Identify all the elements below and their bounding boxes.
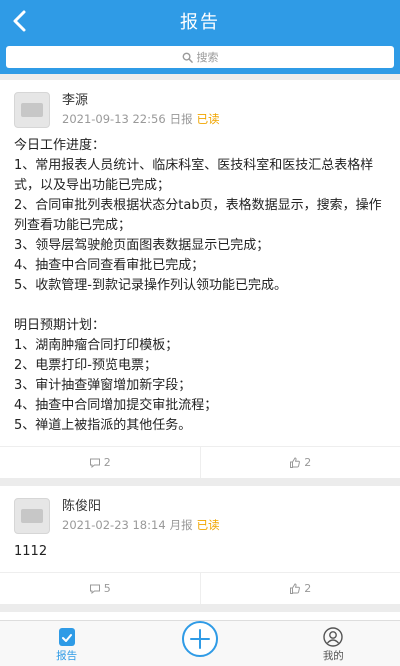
search-icon [182,52,193,63]
search-input[interactable]: 搜索 [6,46,394,68]
author-name: 李源 [62,93,89,108]
like-button[interactable]: 2 [199,573,400,604]
like-count: 2 [304,456,312,469]
back-button[interactable] [6,6,36,36]
author-name: 陈俊阳 [62,499,102,514]
comment-count: 2 [103,456,111,469]
avatar-placeholder-icon [21,103,43,117]
report-content: 今日工作进度： 1、常用报表人员统计、临床科室、医技科室和医技汇总表格样式，以及导… [0,128,400,446]
read-status: 已读 [196,518,220,532]
content-line: 今日工作进度： [14,138,106,153]
content-line: 5、收款管理-到款记录操作列认领功能已完成。 [14,278,287,293]
content-line: 3、审计抽查弹窗增加新字段； [14,378,192,393]
report-header: 陈俊阳 2021-02-23 18:14 月报 已读 [0,486,400,534]
report-datetime: 2021-02-23 18:14 [62,518,166,532]
like-icon [290,456,301,468]
comment-count: 5 [103,582,111,595]
report-header: 陈俊阳2021-02-23 18:13周报 [0,612,400,620]
user-icon [323,627,344,647]
report-type: 月报 [169,518,193,532]
comment-icon [89,584,100,594]
like-button[interactable]: 2 [199,447,400,478]
report-content: 1112 [0,534,400,572]
search-bar: 搜索 [0,42,400,74]
report-datetime: 2021-09-13 22:56 [62,112,166,126]
add-circle-icon [182,621,218,657]
content-line: 4、抽查中合同查看审批已完成； [14,258,205,273]
back-arrow-icon [13,10,26,32]
avatar [14,92,50,128]
search-placeholder: 搜索 [196,51,219,64]
report-meta: 李源 2021-09-13 22:56 日报 已读 [62,92,224,128]
content-line: 明日预期计划： [14,318,106,333]
content-line: 1、常用报表人员统计、临床科室、医技科室和医技汇总表格样式，以及导出功能已完成； [14,158,374,193]
report-actions: 52 [0,572,400,604]
report-icon [58,628,75,646]
report-actions: 22 [0,446,400,478]
report-meta: 陈俊阳 2021-02-23 18:14 月报 已读 [62,498,224,534]
report-info: 2021-09-13 22:56 日报 已读 [62,110,224,128]
report-card[interactable]: 陈俊阳 2021-02-23 18:14 月报 已读 1112 5 2 [0,486,400,604]
report-type: 日报 [169,112,193,126]
content-line: 4、抽查中合同增加提交审批流程； [14,398,218,413]
content-line: 3、领导层驾驶舱页面图表数据显示已完成； [14,238,270,253]
content-line: 1112 [14,544,48,559]
content-line: 2、电票打印-预览电票； [14,358,157,373]
tab-mine[interactable]: 我的 [267,621,400,666]
app-header: 报告 [0,0,400,42]
read-status: 已读 [196,112,220,126]
comment-icon [89,458,100,468]
page-title: 报告 [180,12,220,33]
content-line: 5、禅道上被指派的其他任务。 [14,418,192,433]
report-header: 李源 2021-09-13 22:56 日报 已读 [0,80,400,128]
tab-report-label: 报告 [56,650,78,662]
like-count: 2 [304,582,312,595]
report-feed[interactable]: 李源 2021-09-13 22:56 日报 已读 今日工作进度： 1、常用报表人员统计、… [0,74,400,620]
report-info: 2021-02-23 18:14 月报 已读 [62,516,224,534]
comment-button[interactable]: 2 [0,447,200,478]
content-line: 1、湖南肿瘤合同打印模板； [14,338,179,353]
content-line: 2、合同审批列表根据状态分tab页，表格数据显示，搜索，操作列查看功能已完成； [14,198,382,233]
avatar [14,498,50,534]
add-report-button[interactable] [181,620,219,658]
report-card[interactable]: 李源 2021-09-13 22:56 日报 已读今日工作进度： 1、常用报表人员统计、… [0,80,400,478]
like-icon [290,582,301,594]
tab-mine-label: 我的 [322,650,344,662]
tab-report[interactable]: 报告 [0,621,133,666]
comment-button[interactable]: 5 [0,573,200,604]
avatar-placeholder-icon [21,509,43,523]
report-card[interactable]: 陈俊阳2021-02-23 18:13周报1112555555 [0,612,400,620]
